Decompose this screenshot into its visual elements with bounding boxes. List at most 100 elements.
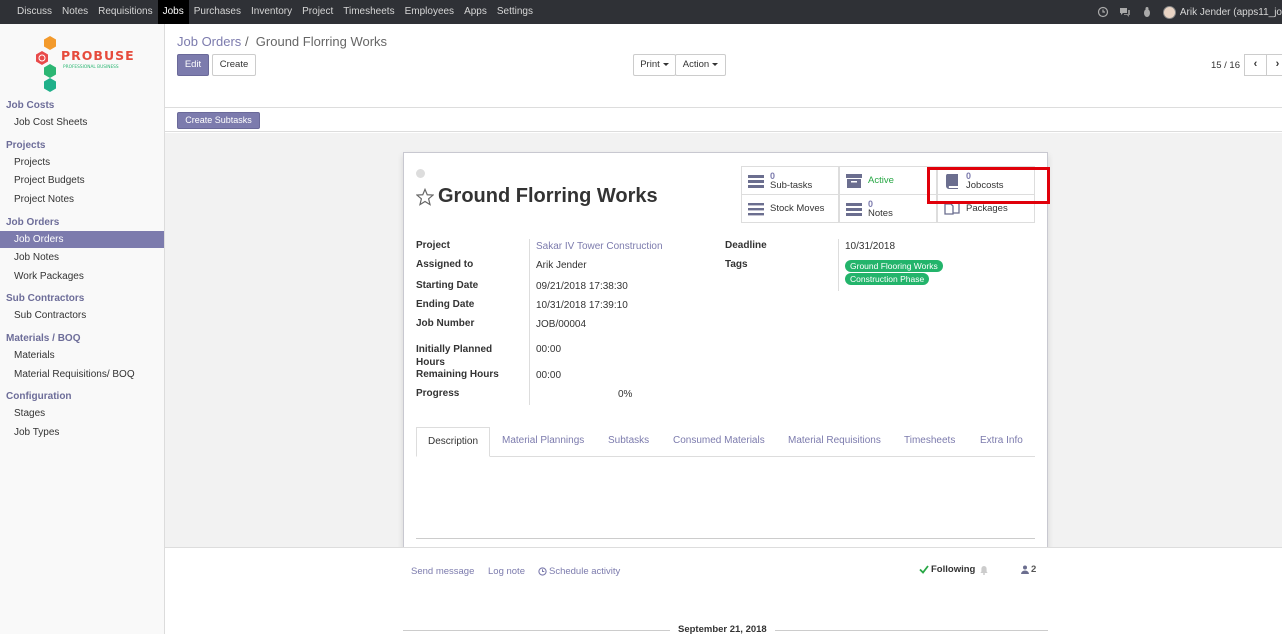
field-divider [529, 239, 530, 405]
stock-moves-smart-button[interactable]: Stock Moves [741, 194, 839, 223]
logo-tagline: PROFESSIONAL BUSINESS [63, 64, 119, 70]
job-number-value: JOB/00004 [536, 319, 587, 330]
server-icon [748, 174, 764, 188]
menu-timesheets[interactable]: Timesheets [338, 0, 399, 24]
sidebar-item-project-budgets[interactable]: Project Budgets [0, 172, 164, 189]
clock-icon[interactable] [1097, 6, 1109, 18]
sidebar: PROBUSE PROFESSIONAL BUSINESS Job Costs … [0, 24, 165, 634]
kanban-state-indicator[interactable] [416, 169, 425, 178]
tab-timesheets[interactable]: Timesheets [904, 427, 955, 457]
active-toggle-button[interactable]: Active [839, 166, 937, 195]
field-divider [838, 239, 839, 291]
subtasks-count: 0 [770, 170, 776, 181]
user-menu[interactable]: Arik Jender (apps11_jo [1162, 5, 1282, 19]
create-button[interactable]: Create [212, 54, 256, 76]
menu-inventory[interactable]: Inventory [246, 0, 297, 24]
action-dropdown[interactable]: Action [675, 54, 726, 76]
edit-button[interactable]: Edit [177, 54, 209, 76]
menu-purchases[interactable]: Purchases [189, 0, 246, 24]
tags-label: Tags [725, 259, 748, 270]
notebook-tabs: Description Material Plannings Subtasks … [416, 427, 1035, 457]
tag-ground-flooring-works[interactable]: Ground Flooring Works [845, 260, 943, 272]
main-content: Job Orders / Ground Florring Works Edit … [165, 24, 1282, 635]
tab-material-requisitions[interactable]: Material Requisitions [788, 427, 881, 457]
bug-icon[interactable] [1141, 6, 1153, 18]
packages-highlight-box [927, 167, 1050, 204]
followers-count: 2 [1031, 564, 1037, 575]
menu-discuss[interactable]: Discuss [12, 0, 57, 24]
subtasks-smart-button[interactable]: 0 Sub-tasks [741, 166, 839, 195]
ending-date-label: Ending Date [416, 299, 475, 310]
schedule-activity-button[interactable]: Schedule activity [538, 566, 620, 577]
menu-apps[interactable]: Apps [459, 0, 492, 24]
sidebar-section-configuration: Configuration [6, 391, 72, 402]
sidebar-section-job-costs: Job Costs [6, 100, 55, 111]
sidebar-item-projects[interactable]: Projects [0, 154, 164, 171]
send-message-button[interactable]: Send message [411, 566, 474, 577]
sidebar-item-job-orders[interactable]: Job Orders [0, 231, 164, 248]
deadline-value: 10/31/2018 [845, 241, 896, 252]
sidebar-item-materials[interactable]: Materials [0, 347, 164, 364]
packages-label: Packages [966, 202, 1008, 214]
sidebar-item-job-types[interactable]: Job Types [0, 424, 164, 441]
menu-employees[interactable]: Employees [400, 0, 459, 24]
top-navbar: Discuss Notes Requisitions Jobs Purchase… [0, 0, 1282, 24]
main-menu: Discuss Notes Requisitions Jobs Purchase… [12, 0, 538, 24]
followers-button[interactable]: 2 [1021, 564, 1036, 575]
user-icon [1021, 565, 1029, 574]
tab-material-plannings[interactable]: Material Plannings [502, 427, 584, 457]
sidebar-section-sub-contractors: Sub Contractors [6, 293, 85, 304]
action-label: Action [682, 59, 710, 70]
tab-subtasks[interactable]: Subtasks [608, 427, 649, 457]
assigned-to-value: Arik Jender [536, 260, 587, 271]
following-button[interactable]: Following [919, 564, 975, 575]
project-value[interactable]: Sakar IV Tower Construction [536, 241, 663, 252]
chat-icon[interactable] [1119, 6, 1131, 18]
menu-requisitions[interactable]: Requisitions [93, 0, 157, 24]
stock-moves-label: Stock Moves [770, 202, 825, 214]
tab-description[interactable]: Description [416, 427, 491, 457]
remaining-hours-value: 00:00 [536, 370, 562, 381]
menu-settings[interactable]: Settings [492, 0, 538, 24]
form-area: Ground Florring Works 0 Sub-tasks Active … [165, 133, 1282, 551]
sidebar-item-job-notes[interactable]: Job Notes [0, 249, 164, 266]
log-note-button[interactable]: Log note [488, 566, 525, 577]
tag-construction-phase[interactable]: Construction Phase [845, 273, 930, 285]
sidebar-item-material-requisitions[interactable]: Material Requisitions/ BOQ [0, 366, 164, 383]
menu-notes[interactable]: Notes [57, 0, 93, 24]
breadcrumb-current: Ground Florring Works [255, 34, 388, 49]
avatar [1162, 5, 1176, 19]
sidebar-section-job-orders: Job Orders [6, 217, 60, 228]
star-icon[interactable] [416, 187, 434, 206]
print-dropdown[interactable]: Print [633, 54, 676, 76]
menu-jobs[interactable]: Jobs [157, 0, 189, 24]
sidebar-item-sub-contractors[interactable]: Sub Contractors [0, 307, 164, 324]
pager-next-button[interactable]: › [1266, 54, 1282, 76]
sidebar-item-stages[interactable]: Stages [0, 405, 164, 422]
schedule-activity-label: Schedule activity [549, 566, 621, 577]
date-separator: September 21, 2018 [670, 624, 775, 635]
tab-consumed-materials[interactable]: Consumed Materials [673, 427, 765, 457]
user-name: Arik Jender (apps11_jo [1179, 6, 1282, 18]
tab-extra-info[interactable]: Extra Info [980, 427, 1023, 457]
check-icon [919, 565, 929, 574]
create-subtasks-button[interactable]: Create Subtasks [177, 112, 260, 129]
bell-icon[interactable] [980, 565, 988, 575]
pager-previous-button[interactable]: ‹ [1244, 54, 1267, 76]
print-label: Print [640, 59, 660, 70]
deadline-label: Deadline [725, 240, 767, 251]
sidebar-item-job-cost-sheets[interactable]: Job Cost Sheets [0, 114, 164, 131]
starting-date-value: 09/21/2018 17:38:30 [536, 281, 628, 292]
sidebar-section-projects: Projects [6, 140, 46, 151]
clock-icon [538, 567, 547, 576]
ending-date-value: 10/31/2018 17:39:10 [536, 300, 628, 311]
form-sheet: Ground Florring Works 0 Sub-tasks Active … [403, 152, 1048, 551]
pager-value[interactable]: 15 / 16 [1211, 60, 1240, 71]
initially-planned-hours-value: 00:00 [536, 344, 562, 355]
breadcrumb-parent[interactable]: Job Orders [177, 34, 241, 49]
logo-brand: PROBUSE [61, 48, 135, 63]
notes-smart-button[interactable]: 0 Notes [839, 194, 937, 223]
menu-project[interactable]: Project [297, 0, 338, 24]
sidebar-item-work-packages[interactable]: Work Packages [0, 268, 164, 285]
sidebar-item-project-notes[interactable]: Project Notes [0, 191, 164, 208]
